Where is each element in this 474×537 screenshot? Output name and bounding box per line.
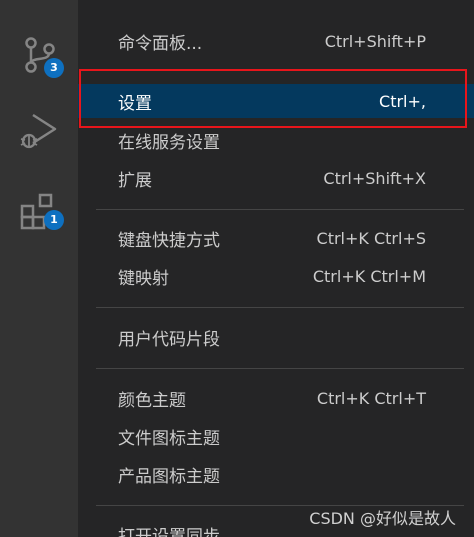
- menu-item-color-theme[interactable]: 颜色主题 Ctrl+K Ctrl+T: [78, 382, 474, 414]
- menu-item-extensions[interactable]: 扩展 Ctrl+Shift+X: [78, 162, 474, 194]
- menu-item-label: 在线服务设置: [118, 132, 220, 153]
- watermark: CSDN @好似是故人: [309, 509, 456, 528]
- activity-bar: 3 1: [0, 0, 78, 537]
- menu-item-shortcut: Ctrl+K Ctrl+T: [316, 388, 426, 408]
- menu-item-label: 文件图标主题: [118, 428, 220, 449]
- manage-menu: 命令面板... Ctrl+Shift+P 设置 Ctrl+, 在线服务设置 扩展…: [78, 0, 474, 537]
- activity-extensions[interactable]: 1: [0, 180, 78, 242]
- activity-run-debug[interactable]: [0, 100, 78, 162]
- menu-item-label: 产品图标主题: [118, 466, 220, 487]
- menu-item-label: 扩展: [118, 170, 152, 191]
- menu-item-label: 颜色主题: [118, 390, 186, 411]
- source-control-badge: 3: [44, 58, 64, 78]
- menu-item-label: 键盘快捷方式: [118, 230, 220, 251]
- menu-item-command-palette[interactable]: 命令面板... Ctrl+Shift+P: [78, 25, 474, 57]
- menu-item-shortcut: Ctrl+Shift+X: [323, 168, 426, 188]
- menu-item-user-snippets[interactable]: 用户代码片段: [78, 321, 474, 353]
- menu-separator: [96, 209, 464, 210]
- menu-item-online-services-settings[interactable]: 在线服务设置: [78, 124, 474, 156]
- menu-item-product-icon-theme[interactable]: 产品图标主题: [78, 458, 474, 490]
- menu-item-file-icon-theme[interactable]: 文件图标主题: [78, 420, 474, 452]
- menu-item-keyboard-shortcuts[interactable]: 键盘快捷方式 Ctrl+K Ctrl+S: [78, 222, 474, 254]
- menu-item-label: 命令面板...: [118, 33, 203, 54]
- menu-separator: [96, 307, 464, 308]
- menu-item-shortcut: Ctrl+K Ctrl+S: [316, 228, 426, 248]
- menu-item-label: 用户代码片段: [118, 329, 220, 350]
- menu-separator: [96, 69, 464, 70]
- extensions-badge: 1: [44, 210, 64, 230]
- menu-item-label: 打开设置同步...: [118, 526, 237, 537]
- menu-item-label: 键映射: [118, 268, 169, 289]
- menu-item-label: 设置: [118, 93, 152, 114]
- vscode-window: 3 1 命令面板... Ctrl+Shift+P 设置 Ctrl+, 在线服务设…: [0, 0, 474, 537]
- menu-item-shortcut: Ctrl+,: [379, 91, 426, 111]
- menu-item-shortcut: Ctrl+Shift+P: [324, 31, 426, 51]
- menu-item-settings[interactable]: 设置 Ctrl+,: [78, 84, 474, 118]
- run-debug-icon: [17, 109, 61, 153]
- menu-separator: [96, 368, 464, 369]
- menu-item-keymaps[interactable]: 键映射 Ctrl+K Ctrl+M: [78, 260, 474, 292]
- menu-item-shortcut: Ctrl+K Ctrl+M: [312, 266, 426, 286]
- activity-source-control[interactable]: 3: [0, 24, 78, 86]
